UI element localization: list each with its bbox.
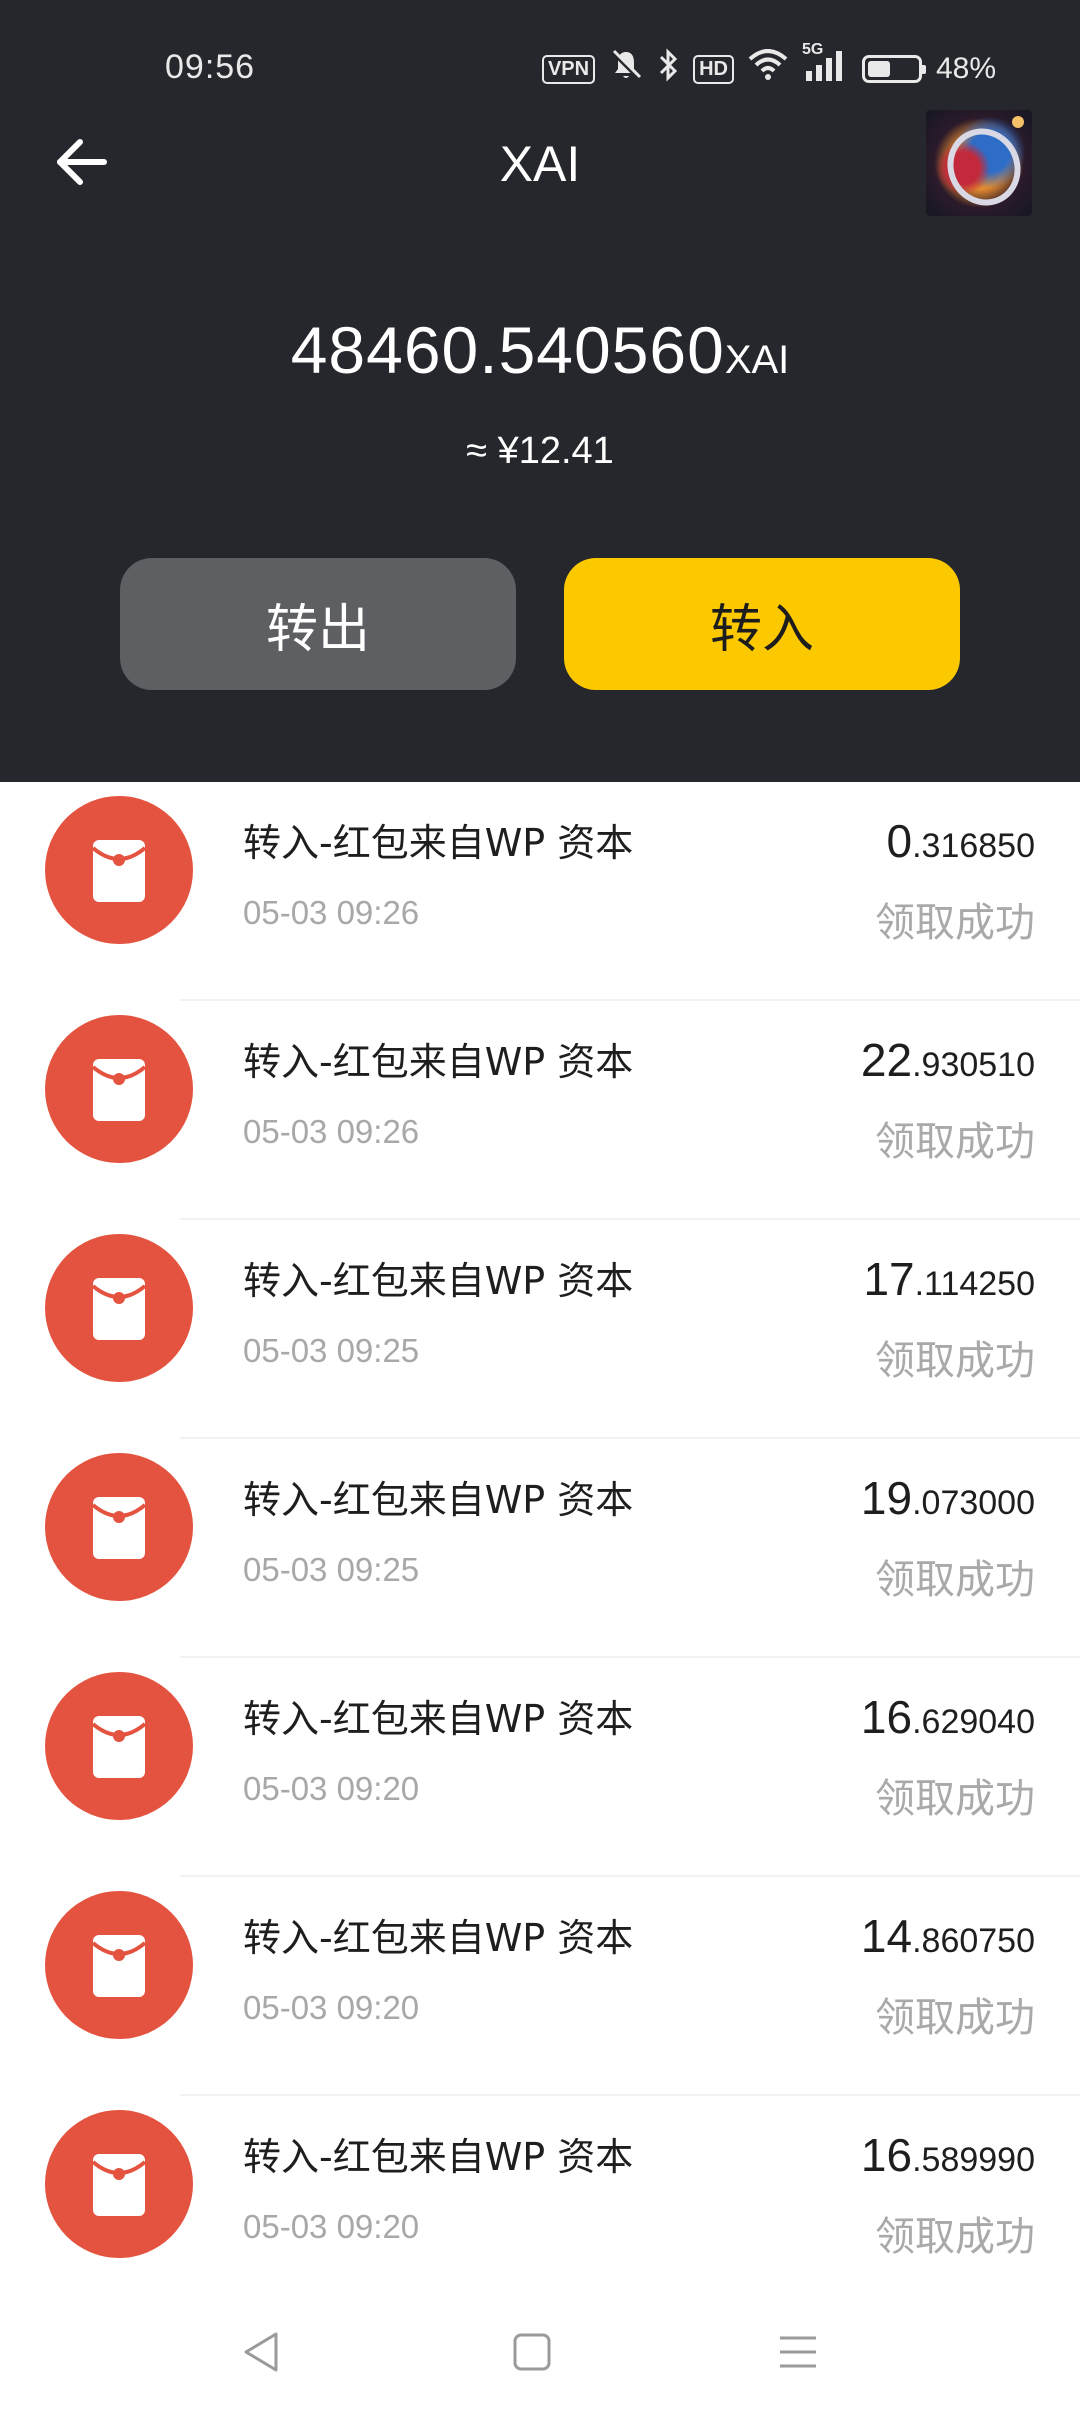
transaction-time: 05-03 09:20 (243, 1989, 420, 2026)
transaction-amount: 22.930510 (861, 1033, 1035, 1087)
transaction-row[interactable]: 转入-红包来自WP 资本 05-03 09:25 17.114250 领取成功 (0, 1220, 1080, 1439)
vpn-icon: VPN (541, 54, 596, 84)
transaction-time: 05-03 09:20 (243, 2208, 420, 2245)
red-packet-icon (45, 1015, 193, 1163)
hd-icon: HD (693, 54, 734, 84)
transaction-row[interactable]: 转入-红包来自WP 资本 05-03 09:20 14.860750 领取成功 (0, 1877, 1080, 2096)
token-avatar[interactable] (926, 110, 1032, 216)
transaction-list: 转入-红包来自WP 资本 05-03 09:26 0.316850 领取成功 转… (0, 782, 1080, 2315)
balance-unit: XAI (724, 338, 790, 382)
transaction-status: 领取成功 (875, 1338, 1035, 1384)
transaction-title: 转入-红包来自WP 资本 (243, 821, 634, 865)
transaction-time: 05-03 09:26 (243, 1113, 420, 1150)
red-packet-icon (45, 1234, 193, 1382)
amount-integer: 0 (886, 815, 913, 867)
red-packet-icon (45, 2110, 193, 2258)
transaction-time: 05-03 09:25 (243, 1332, 420, 1369)
transaction-title: 转入-红包来自WP 资本 (243, 1697, 634, 1741)
status-icons: VPN HD 5G 48% (541, 41, 996, 90)
transaction-amount: 0.316850 (887, 814, 1036, 868)
transaction-amount: 19.073000 (861, 1471, 1035, 1525)
red-packet-icon (45, 1453, 193, 1601)
transaction-row[interactable]: 转入-红包来自WP 资本 05-03 09:20 16.629040 领取成功 (0, 1658, 1080, 1877)
transaction-row[interactable]: 转入-红包来自WP 资本 05-03 09:26 22.930510 领取成功 (0, 1001, 1080, 1220)
nav-back-button[interactable] (232, 2322, 292, 2382)
transaction-status: 领取成功 (875, 1119, 1035, 1165)
nav-menu-button[interactable] (768, 2322, 828, 2382)
transaction-status: 领取成功 (875, 900, 1035, 946)
triangle-back-icon (244, 2332, 278, 2372)
status-bar: 09:56 VPN HD 5G 48% (0, 0, 1080, 140)
amount-decimal: .860750 (912, 1922, 1035, 1960)
square-home-icon (513, 2333, 551, 2371)
nav-home-button[interactable] (502, 2322, 562, 2382)
transfer-in-button[interactable]: 转入 (564, 558, 960, 690)
page-title: XAI (499, 136, 581, 192)
transaction-time: 05-03 09:26 (243, 894, 420, 931)
amount-integer: 22 (860, 1034, 913, 1086)
amount-decimal: .589990 (912, 2141, 1035, 2179)
transaction-amount: 16.589990 (861, 2128, 1035, 2182)
status-time: 09:56 (165, 48, 256, 86)
transaction-row[interactable]: 转入-红包来自WP 资本 05-03 09:26 0.316850 领取成功 (0, 782, 1080, 1001)
transaction-status: 领取成功 (875, 1995, 1035, 2041)
fiat-value: ≈ ¥12.41 (466, 430, 614, 472)
red-packet-icon (45, 1891, 193, 2039)
red-packet-icon (45, 796, 193, 944)
balance: 48460.540560XAI (0, 312, 1080, 388)
amount-integer: 16 (860, 2129, 913, 2181)
battery-icon (861, 55, 926, 83)
mute-icon (609, 48, 643, 90)
amount-decimal: .114250 (914, 1265, 1035, 1303)
transaction-amount: 14.860750 (861, 1909, 1035, 1963)
system-nav-bar (0, 2282, 1080, 2412)
transaction-title: 转入-红包来自WP 资本 (243, 1259, 634, 1303)
amount-integer: 14 (860, 1910, 913, 1962)
balance-amount: 48460.540560 (290, 313, 725, 387)
transaction-status: 领取成功 (875, 2214, 1035, 2260)
transaction-title: 转入-红包来自WP 资本 (243, 1478, 634, 1522)
amount-decimal: .930510 (912, 1046, 1035, 1084)
transaction-amount: 16.629040 (861, 1690, 1035, 1744)
transfer-out-button[interactable]: 转出 (120, 558, 516, 690)
red-packet-icon (45, 1672, 193, 1820)
transaction-title: 转入-红包来自WP 资本 (243, 1916, 634, 1960)
signal-icon: 5G (802, 41, 848, 89)
network-type: 5G (801, 41, 824, 58)
amount-decimal: .073000 (912, 1484, 1035, 1522)
amount-integer: 19 (860, 1472, 913, 1524)
amount-decimal: .316850 (912, 827, 1035, 865)
transaction-amount: 17.114250 (863, 1252, 1035, 1306)
amount-integer: 16 (860, 1691, 913, 1743)
transaction-title: 转入-红包来自WP 资本 (243, 1040, 634, 1084)
transaction-row[interactable]: 转入-红包来自WP 资本 05-03 09:25 19.073000 领取成功 (0, 1439, 1080, 1658)
wifi-icon (748, 49, 788, 89)
transaction-title: 转入-红包来自WP 资本 (243, 2135, 634, 2179)
amount-integer: 17 (863, 1253, 915, 1305)
bluetooth-icon (657, 48, 679, 90)
menu-lines-icon (780, 2336, 816, 2368)
transaction-time: 05-03 09:25 (243, 1551, 420, 1588)
battery-percent: 48% (935, 52, 996, 85)
wallet-header: 09:56 VPN HD 5G 48% XAI 48460.540560XAI … (0, 0, 1080, 782)
transaction-time: 05-03 09:20 (243, 1770, 420, 1807)
transaction-status: 领取成功 (875, 1776, 1035, 1822)
transaction-status: 领取成功 (875, 1557, 1035, 1603)
amount-decimal: .629040 (912, 1703, 1035, 1741)
